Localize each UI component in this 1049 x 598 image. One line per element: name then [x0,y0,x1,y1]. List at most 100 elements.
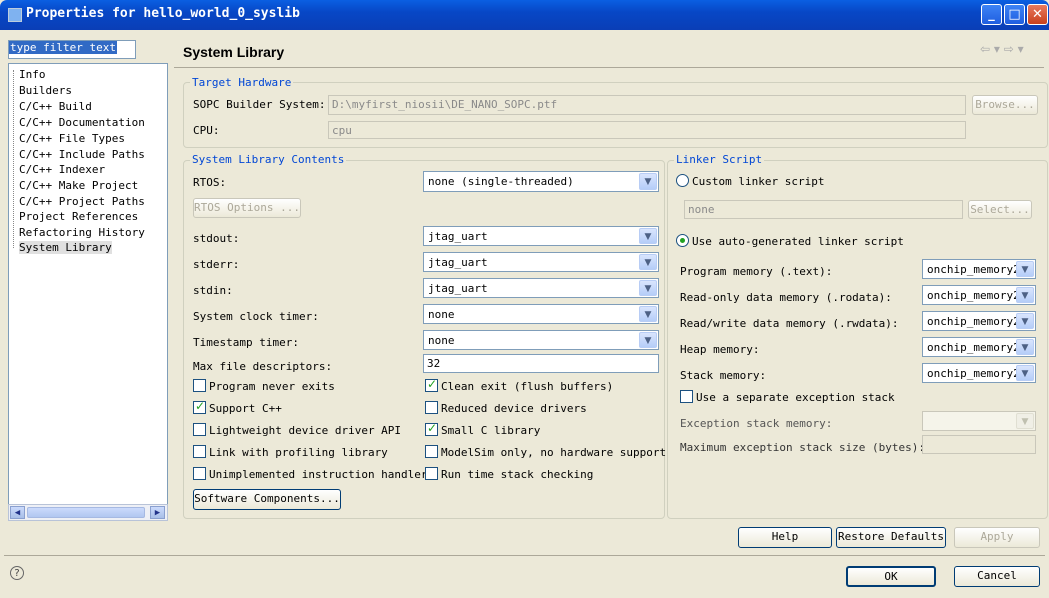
rtos-options-button[interactable]: RTOS Options ... [193,198,301,218]
max-fd-input[interactable]: 32 [423,354,659,373]
scroll-left-icon[interactable]: ◀ [10,506,25,519]
rwdata-value: onchip_memory2 [927,315,1020,328]
profiling-label: Link with profiling library [209,446,388,459]
separate-exception-label: Use a separate exception stack [696,391,895,404]
custom-linker-radio[interactable] [676,174,689,187]
tree-item-info[interactable]: Info [19,68,46,81]
rodata-label: Read-only data memory (.rodata): [680,291,892,304]
help-icon[interactable]: ? [10,566,24,580]
program-memory-label: Program memory (.text): [680,265,833,278]
ok-button[interactable]: OK [846,566,936,587]
tree-item-cpp-documentation[interactable]: C/C++ Documentation [19,116,145,129]
chevron-down-icon[interactable]: ▼ [639,228,657,244]
auto-linker-radio[interactable] [676,234,689,247]
auto-linker-label: Use auto-generated linker script [692,235,904,248]
scroll-right-icon[interactable]: ▶ [150,506,165,519]
filter-input[interactable]: type filter text [8,40,136,59]
restore-defaults-button[interactable]: Restore Defaults [836,527,946,548]
stdout-select[interactable]: jtag_uart ▼ [423,226,659,246]
tree-item-system-library[interactable]: System Library [19,241,112,254]
support-cpp-checkbox[interactable] [193,399,206,414]
chevron-down-icon[interactable]: ▼ [1016,339,1034,355]
cpu-field[interactable]: cpu [328,121,966,139]
chevron-down-icon[interactable]: ▼ [1016,287,1034,303]
system-clock-select[interactable]: none ▼ [423,304,659,324]
small-c-checkbox[interactable] [425,421,438,436]
rtos-label: RTOS: [193,176,227,189]
timestamp-select[interactable]: none ▼ [423,330,659,350]
tree-item-cpp-project-paths[interactable]: C/C++ Project Paths [19,195,145,208]
close-button[interactable]: ✕ [1027,4,1048,25]
heap-memory-label: Heap memory: [680,343,760,356]
tree-item-builders[interactable]: Builders [19,84,72,97]
stack-memory-value: onchip_memory2 [927,367,1020,380]
exception-size-input[interactable] [922,435,1036,454]
software-components-button[interactable]: Software Components... [193,489,341,510]
cancel-button[interactable]: Cancel [954,566,1040,587]
chevron-down-icon[interactable]: ▼ [1016,413,1034,429]
app-icon [8,8,22,22]
chevron-down-icon[interactable]: ▼ [1016,365,1034,381]
heap-memory-select[interactable]: onchip_memory2 ▼ [922,337,1036,357]
unimplemented-checkbox[interactable] [193,467,206,480]
chevron-down-icon[interactable]: ▼ [639,306,657,322]
tree-item-cpp-file-types[interactable]: C/C++ File Types [19,132,125,145]
chevron-down-icon[interactable]: ▼ [639,332,657,348]
program-memory-select[interactable]: onchip_memory2 ▼ [922,259,1036,279]
tree-item-cpp-build[interactable]: C/C++ Build [19,100,92,113]
tree-item-cpp-include-paths[interactable]: C/C++ Include Paths [19,148,145,161]
unimplemented-label: Unimplemented instruction handler [209,468,428,481]
help-button[interactable]: Help [738,527,832,548]
linker-legend: Linker Script [674,153,765,166]
separate-exception-checkbox[interactable] [680,390,693,403]
chevron-down-icon[interactable]: ▼ [639,173,657,190]
stderr-select[interactable]: jtag_uart ▼ [423,252,659,272]
filter-text: type filter text [9,41,117,54]
sopc-field[interactable]: D:\myfirst_niosii\DE_NANO_SOPC.ptf [328,95,966,115]
modelsim-checkbox[interactable] [425,445,438,458]
stack-memory-label: Stack memory: [680,369,767,382]
chevron-down-icon[interactable]: ▼ [639,254,657,270]
system-clock-label: System clock timer: [193,310,319,323]
reduced-drivers-checkbox[interactable] [425,401,438,414]
title-bar: Properties for hello_world_0_syslib _ □ … [0,0,1049,30]
heap-memory-value: onchip_memory2 [927,341,1020,354]
support-cpp-label: Support C++ [209,402,282,415]
stack-check-checkbox[interactable] [425,467,438,480]
rtos-select[interactable]: none (single-threaded) ▼ [423,171,659,192]
stdin-select[interactable]: jtag_uart ▼ [423,278,659,298]
history-nav-icons[interactable]: ⇦ ▾ ⇨ ▾ [980,42,1024,56]
exception-memory-select[interactable]: ▼ [922,411,1036,431]
stack-memory-select[interactable]: onchip_memory2 ▼ [922,363,1036,383]
rodata-select[interactable]: onchip_memory2 ▼ [922,285,1036,305]
rwdata-select[interactable]: onchip_memory2 ▼ [922,311,1036,331]
footer-divider [4,555,1045,556]
chevron-down-icon[interactable]: ▼ [1016,313,1034,329]
tree-horizontal-scrollbar[interactable]: ◀ ▶ [8,504,168,521]
chevron-down-icon[interactable]: ▼ [1016,261,1034,277]
stdin-value: jtag_uart [428,282,488,295]
select-button[interactable]: Select... [968,200,1032,219]
clean-exit-label: Clean exit (flush buffers) [441,380,614,393]
stack-check-label: Run time stack checking [441,468,594,481]
tree-item-cpp-make-project[interactable]: C/C++ Make Project [19,179,138,192]
stderr-label: stderr: [193,258,240,271]
max-fd-label: Max file descriptors: [193,360,333,373]
profiling-checkbox[interactable] [193,445,206,458]
maximize-button[interactable]: □ [1004,4,1025,25]
custom-linker-field[interactable]: none [684,200,963,219]
browse-button[interactable]: Browse... [972,95,1038,115]
scroll-thumb[interactable] [27,507,145,518]
program-never-exits-checkbox[interactable] [193,379,206,392]
chevron-down-icon[interactable]: ▼ [639,280,657,296]
tree-item-refactoring-history[interactable]: Refactoring History [19,226,145,239]
program-memory-value: onchip_memory2 [927,263,1020,276]
apply-button[interactable]: Apply [954,527,1040,548]
exception-memory-label: Exception stack memory: [680,417,833,430]
tree-item-project-references[interactable]: Project References [19,210,138,223]
clean-exit-checkbox[interactable] [425,377,438,392]
tree-item-cpp-indexer[interactable]: C/C++ Indexer [19,163,105,176]
minimize-button[interactable]: _ [981,4,1002,25]
stderr-value: jtag_uart [428,256,488,269]
lightweight-api-checkbox[interactable] [193,423,206,436]
